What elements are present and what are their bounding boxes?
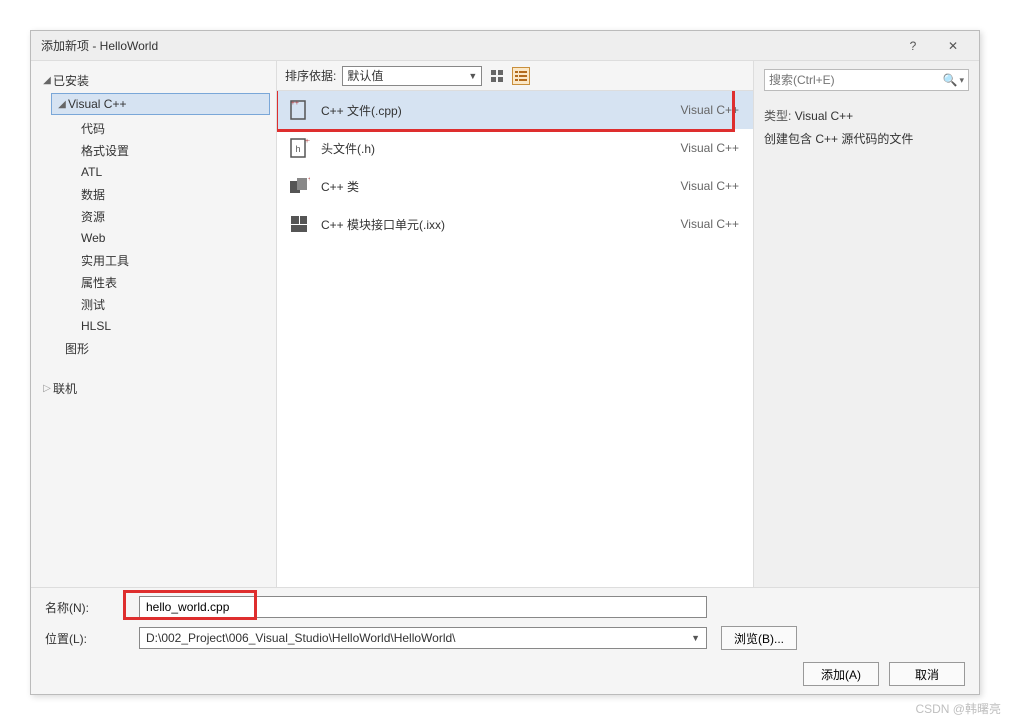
tree-visual-cpp-label: Visual C++ [68,97,126,111]
name-label: 名称(N): [45,599,125,616]
location-label: 位置(L): [45,630,125,647]
search-icon: 🔍 [943,73,958,87]
detail-description: 创建包含 C++ 源代码的文件 [764,130,969,148]
svg-text:++: ++ [308,176,310,183]
tree-child[interactable]: ATL [77,161,270,183]
tree-visual-cpp[interactable]: ◢ Visual C++ [51,93,270,115]
chevron-down-icon: ▾ [959,75,964,86]
svg-text:h: h [295,144,300,154]
tree-online-label: 联机 [53,380,77,397]
tree-child[interactable]: 实用工具 [77,249,270,271]
close-button[interactable]: ✕ [933,32,973,60]
location-combo[interactable]: D:\002_Project\006_Visual_Studio\HelloWo… [139,627,707,649]
view-grid-button[interactable] [488,67,506,85]
template-row-header-file[interactable]: h++ 头文件(.h) Visual C++ [277,129,753,167]
detail-type-row: 类型: Visual C++ [764,107,969,124]
watermark: CSDN @韩曙亮 [915,700,1001,717]
tree-child[interactable]: Web [77,227,270,249]
titlebar: 添加新项 - HelloWorld ? ✕ [31,31,979,61]
location-row: 位置(L): D:\002_Project\006_Visual_Studio\… [45,626,965,650]
tree-child[interactable]: 测试 [77,293,270,315]
template-row-cpp-class[interactable]: ++ C++ 类 Visual C++ [277,167,753,205]
tree-child[interactable]: HLSL [77,315,270,337]
template-center: 排序依据: 默认值 ▼ ++ C++ 文件(.cpp) [276,61,754,587]
tree-installed[interactable]: ◢ 已安装 [37,69,270,91]
cpp-file-icon: ++ [287,98,311,122]
template-tree: ◢ 已安装 ◢ Visual C++ 代码 格式设置 ATL 数据 资源 Web… [31,61,276,587]
template-row-cpp-file[interactable]: ++ C++ 文件(.cpp) Visual C++ [277,91,753,129]
tree-child[interactable]: 资源 [77,205,270,227]
tree-child[interactable]: 代码 [77,117,270,139]
chevron-down-icon: ▼ [691,633,700,643]
search-input[interactable] [769,73,943,87]
search-box[interactable]: 🔍 ▾ [764,69,969,91]
add-new-item-dialog: 添加新项 - HelloWorld ? ✕ ◢ 已安装 ◢ Visual C++… [30,30,980,695]
tree-graphics[interactable]: 图形 [51,337,270,359]
header-file-icon: h ++ [287,136,311,160]
details-pane: 🔍 ▾ 类型: Visual C++ 创建包含 C++ 源代码的文件 [754,61,979,587]
svg-text:++: ++ [305,138,310,145]
tree-child[interactable]: 属性表 [77,271,270,293]
location-value: D:\002_Project\006_Visual_Studio\HelloWo… [146,631,456,645]
name-input[interactable] [139,596,707,618]
template-list: ++ C++ 文件(.cpp) Visual C++ h++ 头文件(.h) V… [277,91,753,587]
help-button[interactable]: ? [893,32,933,60]
tree-child[interactable]: 数据 [77,183,270,205]
tree-installed-label: 已安装 [53,72,89,89]
list-icon [514,69,528,83]
bottom-panel: 名称(N): 位置(L): D:\002_Project\006_Visual_… [31,587,979,694]
tree-online[interactable]: ▷ 联机 [37,377,270,399]
name-row: 名称(N): [45,596,965,618]
view-list-button[interactable] [512,67,530,85]
dialog-body: ◢ 已安装 ◢ Visual C++ 代码 格式设置 ATL 数据 资源 Web… [31,61,979,587]
detail-type-value: Visual C++ [795,109,853,123]
browse-button[interactable]: 浏览(B)... [721,626,797,650]
template-row-module-unit[interactable]: C++ 模块接口单元(.ixx) Visual C++ [277,205,753,243]
sort-label: 排序依据: [285,67,336,84]
dialog-buttons: 添加(A) 取消 [45,658,965,686]
sort-combo[interactable]: 默认值 ▼ [342,66,482,86]
add-button[interactable]: 添加(A) [803,662,879,686]
chevron-down-icon: ▼ [468,71,477,81]
grid-icon [490,69,504,83]
tree-child[interactable]: 格式设置 [77,139,270,161]
cpp-class-icon: ++ [287,174,311,198]
cancel-button[interactable]: 取消 [889,662,965,686]
module-icon [287,212,311,236]
dialog-title: 添加新项 - HelloWorld [41,37,893,54]
template-toolbar: 排序依据: 默认值 ▼ [277,61,753,91]
svg-text:++: ++ [291,100,299,107]
